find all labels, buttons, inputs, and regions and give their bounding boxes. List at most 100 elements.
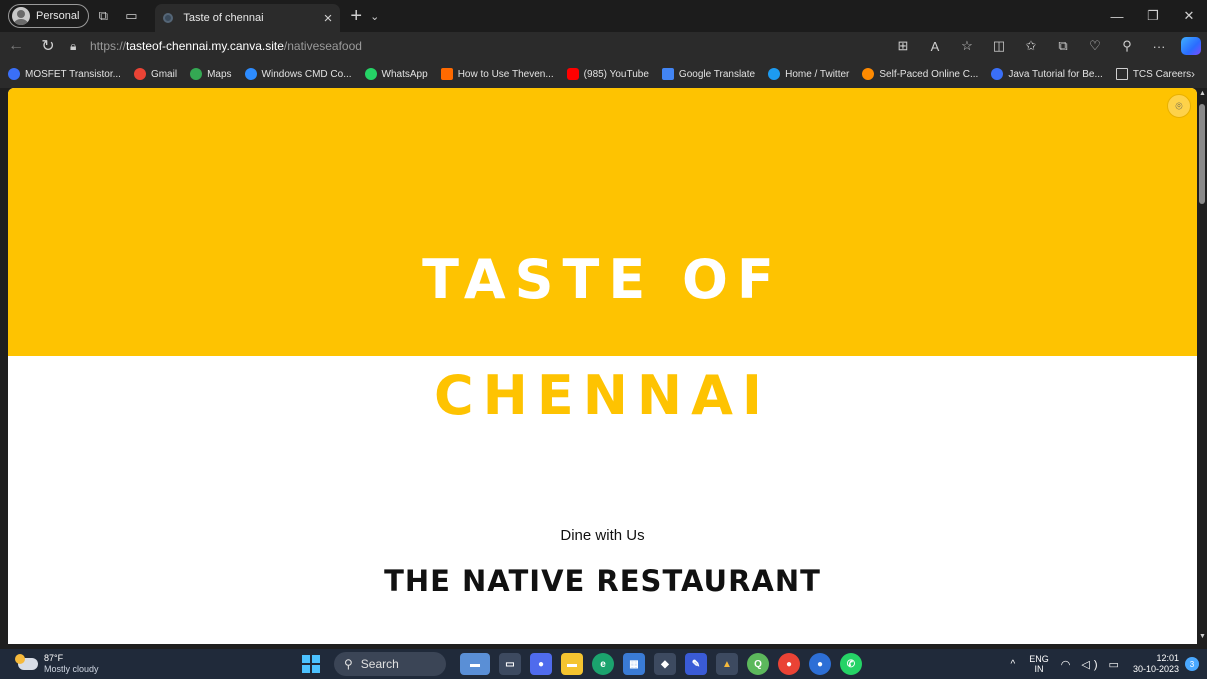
page-icon — [1115, 68, 1128, 80]
tab-title: Taste of chennai — [183, 12, 264, 24]
search-icon: ⚲ — [344, 657, 353, 671]
bookmark-item[interactable]: Home / Twitter — [768, 68, 849, 80]
bookmark-label: Maps — [207, 68, 232, 80]
profile-label: Personal — [36, 10, 80, 22]
bookmark-label: Google Translate — [678, 68, 756, 80]
tab-active[interactable]: Taste of chennai × — [155, 4, 341, 32]
scroll-down-icon[interactable]: ▼ — [1199, 633, 1206, 640]
url-scheme: https:// — [90, 39, 127, 53]
back-arrow-icon[interactable]: ← — [0, 32, 32, 60]
taskbar: 87°F Mostly cloudy ⚲ Search ▬ ▭ ● ▬ e ▦ … — [0, 649, 1207, 679]
task-view-icon[interactable]: ▭ — [499, 653, 521, 675]
system-tray: ^ ENG IN ◠ ◁) ▭ 12:01 30-10-2023 3 — [1011, 649, 1207, 679]
bookmark-item[interactable]: How to Use Theven... — [440, 68, 554, 80]
file-explorer-icon[interactable]: ▬ — [561, 653, 583, 675]
more-bookmarks-chevron-icon[interactable]: › — [1191, 67, 1195, 81]
url-path: /nativeseafood — [283, 39, 362, 53]
tab-favicon-icon — [163, 13, 174, 23]
windows-start-icon[interactable] — [302, 655, 320, 673]
meet-app-icon[interactable]: ● — [530, 653, 552, 675]
browser-essentials-icon[interactable]: ♡ — [1079, 38, 1111, 54]
bookmark-favicon-icon — [440, 68, 453, 80]
screen-capture-icon[interactable]: ⌾ — [1167, 94, 1191, 118]
window-controls: — ❐ ✕ — [1099, 0, 1207, 32]
app-available-icon[interactable]: ⊞ — [887, 38, 919, 54]
maps-icon — [190, 68, 203, 80]
taskbar-search[interactable]: ⚲ Search — [334, 652, 446, 676]
favorites-list-icon[interactable]: ✩ — [1015, 38, 1047, 54]
close-window-icon[interactable]: ✕ — [1171, 0, 1207, 32]
bookmark-item[interactable]: Google Translate — [661, 68, 756, 80]
app-icon[interactable]: ◆ — [654, 653, 676, 675]
bookmark-label: How to Use Theven... — [457, 68, 554, 80]
clock[interactable]: 12:01 30-10-2023 — [1133, 653, 1179, 675]
bookmark-label: MOSFET Transistor... — [25, 68, 121, 80]
split-screen-icon[interactable]: ◫ — [983, 38, 1015, 54]
bookmark-item[interactable]: (985) YouTube — [566, 68, 649, 80]
qgis-icon[interactable]: Q — [747, 653, 769, 675]
collections-icon[interactable]: ⧉ — [1047, 38, 1079, 54]
scroll-up-icon[interactable]: ▲ — [1199, 90, 1206, 97]
scrollbar-thumb[interactable] — [1199, 104, 1205, 204]
minimize-icon[interactable]: — — [1099, 0, 1135, 32]
widgets-app-icon[interactable]: ▬ — [460, 653, 490, 675]
bookmark-item[interactable]: MOSFET Transistor... — [8, 68, 121, 80]
clock-date: 30-10-2023 — [1132, 664, 1179, 674]
close-tab-icon[interactable]: × — [324, 10, 333, 27]
restaurant-heading: THE NATIVE RESTAURANT — [384, 564, 821, 598]
bookmark-favicon-icon — [244, 68, 257, 80]
page-scrollbar[interactable]: ▲ ▼ — [1197, 88, 1207, 644]
bookmark-item[interactable]: TCS Careers — [1115, 68, 1191, 80]
bookmark-label: (985) YouTube — [583, 68, 649, 80]
matlab-icon[interactable]: ▲ — [716, 653, 738, 675]
weather-text: 87°F Mostly cloudy — [44, 653, 99, 675]
whatsapp-taskbar-icon[interactable]: ✆ — [840, 653, 862, 675]
read-aloud-icon[interactable]: A — [919, 39, 951, 54]
address-bar-actions: ⊞ A ☆ ◫ ✩ ⧉ ♡ ⚲ ··· — [887, 37, 1201, 55]
lock-icon: 🔒︎ — [70, 38, 77, 53]
language-indicator[interactable]: ENG IN — [1029, 654, 1049, 674]
wifi-volume-battery-icon[interactable]: ◠ ◁) ▭ — [1061, 658, 1123, 671]
bookmark-label: Home / Twitter — [785, 68, 850, 80]
tab-actions-chevron-icon[interactable]: ⌄ — [370, 10, 379, 23]
url-host: tasteof-chennai.my.canva.site — [126, 39, 284, 53]
show-hidden-icons-icon[interactable]: ^ — [1011, 659, 1016, 670]
refresh-icon[interactable]: ↻ — [32, 32, 64, 60]
weather-widget[interactable]: 87°F Mostly cloudy — [15, 653, 99, 675]
bookmark-item[interactable]: Maps — [190, 68, 232, 80]
copilot-icon[interactable] — [1181, 37, 1201, 55]
twitter-icon — [768, 68, 781, 80]
restore-icon[interactable]: ❐ — [1135, 0, 1171, 32]
store-app-icon[interactable]: ▦ — [623, 653, 645, 675]
url-field[interactable]: 🔒︎ https://tasteof-chennai.my.canva.site… — [70, 39, 887, 54]
chrome-icon[interactable]: ● — [778, 653, 800, 675]
bookmark-item[interactable]: WhatsApp — [364, 68, 428, 80]
app-icon[interactable]: ● — [809, 653, 831, 675]
bookmark-item[interactable]: Windows CMD Co... — [244, 68, 352, 80]
vertical-tabs-icon[interactable]: ▭ — [117, 2, 145, 30]
code-editor-icon[interactable]: ✎ — [685, 653, 707, 675]
profile-button[interactable]: Personal — [8, 4, 90, 28]
page-viewport: ⌾ TASTE OF CHENNAI Dine with Us THE NATI… — [8, 88, 1197, 644]
search-label: Search — [360, 657, 399, 671]
lang-region: IN — [1034, 664, 1044, 674]
notification-badge[interactable]: 3 — [1185, 657, 1199, 671]
bookmark-item[interactable]: Java Tutorial for Be... — [991, 68, 1103, 80]
bookmark-label: Java Tutorial for Be... — [1008, 68, 1103, 80]
tab-bar: Personal ⧉ ▭ Taste of chennai × + ⌄ — ❐ … — [0, 0, 1207, 32]
tagline: Dine with Us — [560, 527, 645, 544]
bookmark-item[interactable]: Gmail — [133, 68, 177, 80]
favorite-star-icon[interactable]: ☆ — [951, 38, 983, 54]
extensions-icon[interactable]: ⚲ — [1111, 38, 1143, 54]
whatsapp-icon — [364, 68, 377, 80]
new-tab-icon[interactable]: + — [350, 5, 362, 28]
workspaces-icon[interactable]: ⧉ — [89, 2, 117, 30]
google-translate-icon — [661, 68, 674, 80]
edge-browser-icon[interactable]: e — [592, 653, 614, 675]
hero-banner — [8, 88, 1197, 356]
more-menu-icon[interactable]: ··· — [1143, 39, 1175, 54]
avatar-icon — [12, 7, 30, 25]
bookmark-label: WhatsApp — [381, 68, 428, 80]
bookmark-item[interactable]: Self-Paced Online C... — [862, 68, 978, 80]
bookmark-favicon-icon — [991, 68, 1004, 80]
